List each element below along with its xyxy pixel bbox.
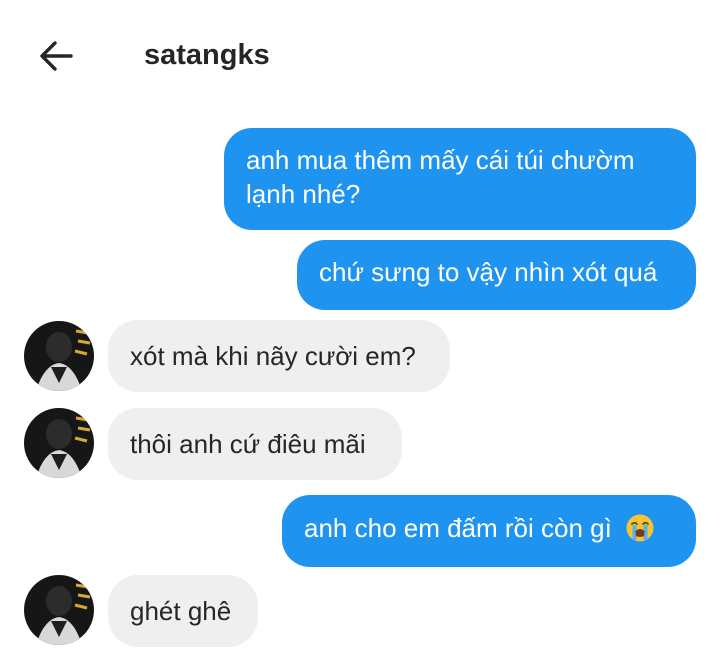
message-text: chứ sưng to vậy nhìn xót quá (319, 257, 658, 287)
outgoing-message[interactable]: chứ sưng to vậy nhìn xót quá (297, 240, 696, 310)
contact-avatar[interactable] (24, 321, 94, 391)
avatar-photo (24, 575, 94, 645)
outgoing-message[interactable]: anh mua thêm mấy cái túi chườm lạnh nhé? (224, 128, 696, 230)
incoming-message[interactable]: xót mà khi nãy cười em? (108, 320, 450, 392)
message-text: xót mà khi nãy cười em? (130, 341, 416, 371)
incoming-message[interactable]: thôi anh cứ điêu mãi (108, 408, 402, 480)
contact-avatar[interactable] (24, 575, 94, 645)
message-text: ghét ghê (130, 596, 232, 626)
arrow-left-icon (40, 41, 73, 71)
chat-title[interactable]: satangks (144, 36, 270, 74)
back-button[interactable] (34, 34, 78, 78)
avatar-photo (24, 321, 94, 391)
message-text: thôi anh cứ điêu mãi (130, 429, 366, 459)
message-text: anh mua thêm mấy cái túi chườm lạnh nhé? (246, 145, 635, 209)
outgoing-message[interactable]: anh cho em đấm rồi còn gì (282, 495, 696, 567)
contact-avatar[interactable] (24, 408, 94, 478)
loudly-crying-face-icon (626, 514, 654, 542)
incoming-message[interactable]: ghét ghê (108, 575, 258, 647)
chat-header: satangks (0, 0, 720, 108)
avatar-photo (24, 408, 94, 478)
message-text: anh cho em đấm rồi còn gì (304, 513, 612, 543)
